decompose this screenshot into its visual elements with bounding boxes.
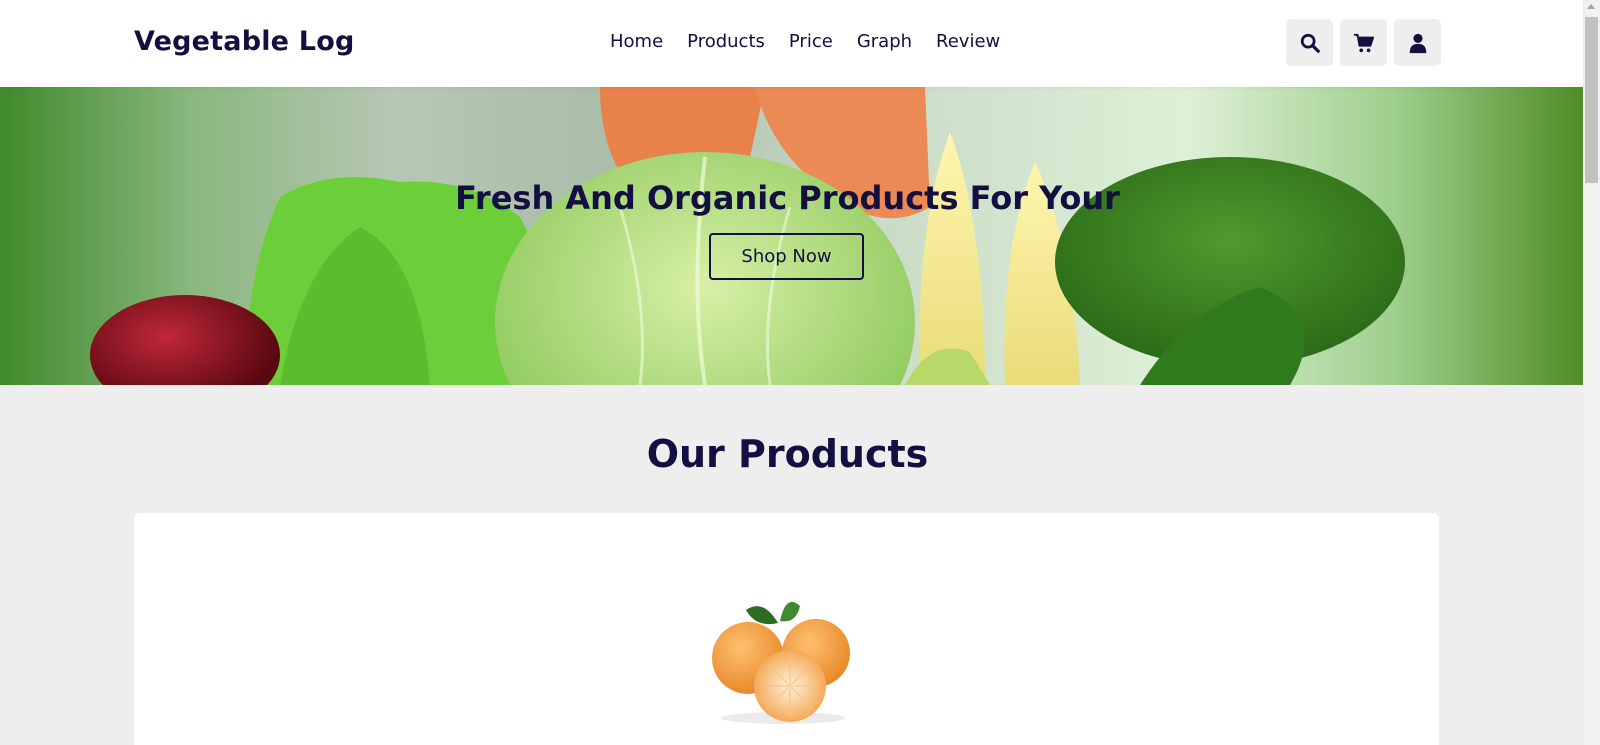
cart-button[interactable]: [1340, 19, 1387, 66]
scrollbar-thumb[interactable]: [1585, 17, 1598, 183]
nav-price-link[interactable]: Price: [789, 31, 833, 52]
nav-products-link[interactable]: Products: [687, 31, 765, 52]
hero-banner: Fresh And Organic Products For Your Shop…: [0, 87, 1583, 385]
products-section-title: Our Products: [646, 432, 929, 476]
nav-graph-link[interactable]: Graph: [857, 31, 912, 52]
user-icon: [1409, 33, 1426, 53]
scroll-up-arrow-icon[interactable]: [1587, 4, 1595, 9]
nav-home-link[interactable]: Home: [610, 31, 663, 52]
shop-now-button[interactable]: Shop Now: [709, 233, 864, 280]
orange-fruit-image: [712, 601, 850, 724]
logo[interactable]: Vegetable Log: [134, 26, 354, 57]
product-card: [134, 513, 1439, 745]
search-button[interactable]: [1286, 19, 1333, 66]
header-icons: [1286, 19, 1441, 66]
site-header: Vegetable Log Home Products Price Graph …: [0, 0, 1583, 87]
hero-title: Fresh And Organic Products For Your: [455, 179, 1120, 217]
cart-icon: [1353, 33, 1374, 52]
search-icon: [1300, 33, 1320, 53]
main-nav: Home Products Price Graph Review: [610, 31, 1000, 52]
user-button[interactable]: [1394, 19, 1441, 66]
page-scrollbar[interactable]: [1583, 0, 1600, 745]
nav-review-link[interactable]: Review: [936, 31, 1000, 52]
